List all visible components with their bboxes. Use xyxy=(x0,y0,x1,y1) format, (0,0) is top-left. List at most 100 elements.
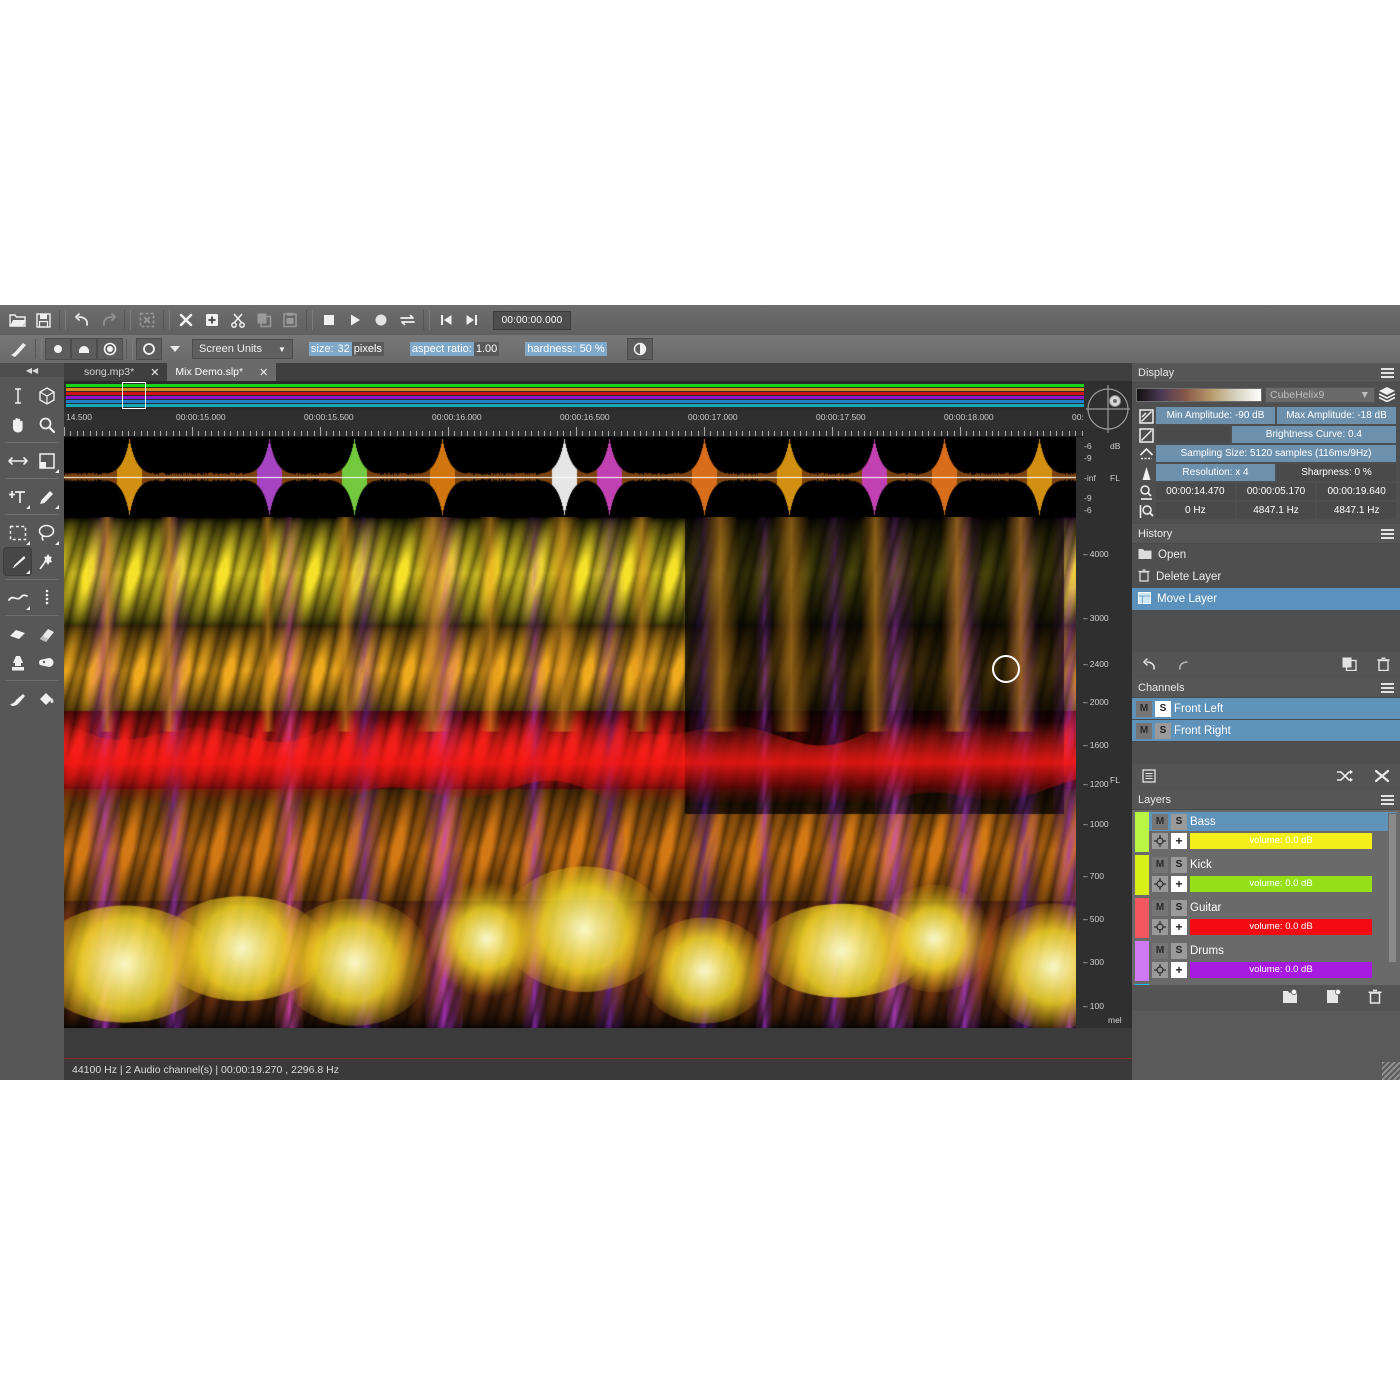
panel-menu-icon[interactable] xyxy=(1381,795,1394,805)
smudge-tool[interactable] xyxy=(3,583,32,612)
zoom-tool[interactable] xyxy=(32,410,61,439)
stamp-tool[interactable] xyxy=(3,648,32,677)
brush-size-field[interactable]: size:32pixels xyxy=(299,339,394,359)
layer-add-effect-button[interactable]: + xyxy=(1171,833,1187,849)
panel-menu-icon[interactable] xyxy=(1381,683,1394,693)
panel-menu-icon[interactable] xyxy=(1381,368,1394,378)
units-dropdown[interactable]: Screen Units ▼ xyxy=(192,339,293,359)
layer-mute-button[interactable]: M xyxy=(1152,814,1168,830)
contrast-icon[interactable] xyxy=(627,338,653,360)
layer-row[interactable]: MSGuitar+volume: 0.0 dB xyxy=(1135,898,1397,938)
palette-gradient-preview[interactable] xyxy=(1136,388,1262,402)
sharpness-field[interactable]: Sharpness: 0 % xyxy=(1277,464,1396,481)
record-button[interactable] xyxy=(368,307,394,333)
amplitude-range-icon[interactable] xyxy=(1136,408,1156,425)
min-amplitude-field[interactable]: Min Amplitude: -90 dB xyxy=(1156,407,1275,424)
layers-stack-icon[interactable] xyxy=(1378,386,1396,405)
max-amplitude-field[interactable]: Max Amplitude: -18 dB xyxy=(1277,407,1396,424)
copy-icon[interactable] xyxy=(251,307,277,333)
new-layer-icon[interactable] xyxy=(1325,989,1342,1007)
cut-icon[interactable] xyxy=(225,307,251,333)
hand-tool[interactable] xyxy=(3,410,32,439)
layer-solo-button[interactable]: S xyxy=(1171,943,1187,959)
layer-mute-button[interactable]: M xyxy=(1152,857,1168,873)
patch-tool[interactable] xyxy=(32,648,61,677)
eraser-tool[interactable] xyxy=(3,619,32,648)
redo-icon[interactable] xyxy=(1177,658,1192,673)
layer-row[interactable]: MSBass+volume: 0.0 dB xyxy=(1135,812,1397,852)
resolution-field[interactable]: Resolution: x 4 xyxy=(1156,464,1275,481)
channel-row-front-right[interactable]: M S Front Right xyxy=(1132,720,1400,742)
tab-song-mp3[interactable]: song.mp3* ✕ xyxy=(76,363,167,381)
close-icon[interactable]: ✕ xyxy=(259,366,268,379)
layer-link-icon[interactable] xyxy=(1152,833,1168,849)
undo-icon[interactable] xyxy=(69,307,95,333)
layer-add-effect-button[interactable]: + xyxy=(1171,876,1187,892)
blur-tool[interactable] xyxy=(3,684,32,713)
dotted-tool[interactable] xyxy=(32,583,61,612)
layer-row[interactable]: MSDrums+volume: 0.0 dB xyxy=(1135,941,1397,981)
aspect-ratio-field[interactable]: aspect ratio:1.00 xyxy=(400,339,509,359)
rect-select-tool[interactable] xyxy=(3,518,32,547)
brush-preset-button[interactable] xyxy=(136,338,162,360)
layer-link-icon[interactable] xyxy=(1152,919,1168,935)
half-dot-brush-button[interactable] xyxy=(97,338,123,360)
block-eraser-tool[interactable] xyxy=(32,619,61,648)
layer-solo-button[interactable]: S xyxy=(1171,900,1187,916)
freq-mid-field[interactable]: 4847.1 Hz xyxy=(1237,502,1316,519)
history-item-open[interactable]: Open xyxy=(1132,544,1400,566)
lasso-tool[interactable] xyxy=(32,518,61,547)
play-button[interactable] xyxy=(342,307,368,333)
type-transform-tool[interactable] xyxy=(3,482,32,511)
shuffle-icon[interactable] xyxy=(1336,769,1354,786)
sampling-size-field[interactable]: Sampling Size: 5120 samples (116ms/9Hz) xyxy=(1156,445,1396,462)
layer-mute-button[interactable]: M xyxy=(1152,943,1168,959)
duplicate-icon[interactable] xyxy=(1342,657,1357,674)
new-group-icon[interactable] xyxy=(1282,989,1299,1007)
move-horizontal-tool[interactable] xyxy=(3,446,32,475)
layer-mute-button[interactable]: M xyxy=(1152,900,1168,916)
layer-solo-button[interactable]: S xyxy=(1171,857,1187,873)
layer-volume-slider[interactable]: volume: 0.0 dB xyxy=(1190,919,1372,935)
navigator-widget[interactable] xyxy=(1084,381,1132,437)
skip-forward-button[interactable] xyxy=(459,307,485,333)
freq-zoom-icon[interactable] xyxy=(1136,503,1156,520)
redo-icon[interactable] xyxy=(95,307,121,333)
fill-tool[interactable] xyxy=(32,684,61,713)
trash-icon[interactable] xyxy=(1377,657,1390,674)
save-icon[interactable] xyxy=(30,307,56,333)
solid-dot-brush-button[interactable] xyxy=(45,338,71,360)
delete-icon[interactable] xyxy=(173,307,199,333)
history-item-move-layer[interactable]: Move Layer xyxy=(1132,588,1400,610)
palette-dropdown[interactable]: CubeHelix9 ▼ xyxy=(1265,387,1375,403)
text-tool[interactable] xyxy=(3,381,32,410)
brightness-curve-icon[interactable] xyxy=(1136,427,1156,444)
brush-tool[interactable] xyxy=(3,547,32,576)
time-start-field[interactable]: 00:00:14.470 xyxy=(1156,483,1235,500)
layer-solo-button[interactable]: S xyxy=(1171,814,1187,830)
layer-row[interactable]: MSKick+volume: 0.0 dB xyxy=(1135,855,1397,895)
crop-tool[interactable] xyxy=(32,446,61,475)
brightness-curve-field[interactable]: Brightness Curve: 0.4 xyxy=(1232,426,1396,443)
magic-wand-tool[interactable] xyxy=(32,547,61,576)
freq-start-field[interactable]: 0 Hz xyxy=(1156,502,1235,519)
history-item-delete-layer[interactable]: Delete Layer xyxy=(1132,566,1400,588)
time-ruler[interactable]: 14.500 00:00:15.000 00:00:15.500 00:00:1… xyxy=(64,411,1132,437)
channel-row-front-left[interactable]: M S Front Left xyxy=(1132,698,1400,720)
add-icon[interactable] xyxy=(199,307,225,333)
layers-overview-strip[interactable] xyxy=(64,381,1132,411)
cross-icon[interactable] xyxy=(1374,769,1390,786)
layer-link-icon[interactable] xyxy=(1152,962,1168,978)
delete-layer-icon[interactable] xyxy=(1368,989,1382,1007)
brush-icon[interactable] xyxy=(6,338,32,360)
layer-volume-slider[interactable]: volume: 0.0 dB xyxy=(1190,876,1372,892)
transport-time-display[interactable]: 00:00:00.000 xyxy=(493,311,571,330)
layer-row[interactable]: MSCymbals+volume: 0.0 dB xyxy=(1135,984,1397,985)
layer-add-effect-button[interactable]: + xyxy=(1171,962,1187,978)
overview-selection-box[interactable] xyxy=(122,382,146,409)
loop-button[interactable] xyxy=(394,307,420,333)
time-end-field[interactable]: 00:00:19.640 xyxy=(1317,483,1396,500)
paste-icon[interactable] xyxy=(277,307,303,333)
pen-tool[interactable] xyxy=(32,482,61,511)
skip-back-button[interactable] xyxy=(433,307,459,333)
